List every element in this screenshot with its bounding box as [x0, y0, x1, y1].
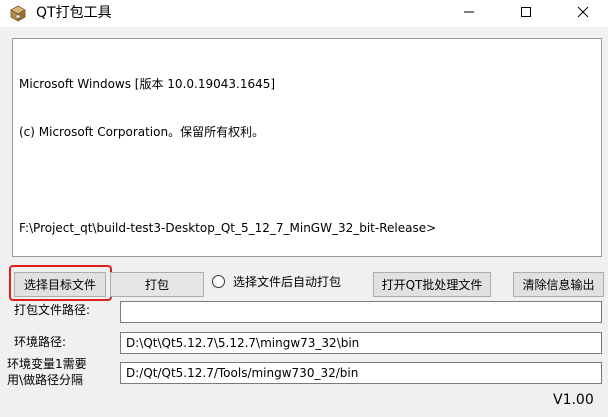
- console-line: Microsoft Windows [版本 10.0.19043.1645]: [19, 77, 276, 91]
- env-var-input[interactable]: D:/Qt/Qt5.12.7/Tools/mingw730_32/bin: [120, 362, 602, 384]
- console-line: (c) Microsoft Corporation。保留所有权利。: [19, 125, 265, 139]
- clear-output-button[interactable]: 清除信息输出: [513, 272, 604, 297]
- env-path-input[interactable]: D:\Qt\Qt5.12.7\5.12.7\mingw73_32\bin: [120, 332, 602, 354]
- window-title: QT打包工具: [36, 5, 112, 21]
- title-bar: QT打包工具: [0, 0, 608, 27]
- auto-pack-radio[interactable]: 选择文件后自动打包: [212, 273, 341, 290]
- env-var-label-line2: 用\做路径分隔: [7, 373, 84, 387]
- pack-path-input[interactable]: [120, 301, 602, 323]
- close-button[interactable]: [560, 0, 606, 27]
- auto-pack-label: 选择文件后自动打包: [233, 275, 342, 289]
- radio-circle[interactable]: [212, 275, 225, 288]
- env-var-label-line1: 环境变量1需要: [7, 357, 87, 371]
- box-icon: [9, 5, 27, 22]
- maximize-button[interactable]: [503, 0, 549, 27]
- close-icon: [577, 6, 589, 21]
- minimize-button[interactable]: [446, 0, 492, 27]
- console-line: F:\Project_qt\build-test3-Desktop_Qt_5_1…: [19, 221, 437, 235]
- minimize-icon: [463, 6, 475, 21]
- maximize-icon: [520, 6, 532, 21]
- version-label: V1.00: [553, 392, 594, 408]
- open-batch-file-button[interactable]: 打开QT批处理文件: [373, 272, 491, 297]
- env-path-label: 环境路径:: [14, 335, 67, 349]
- output-console[interactable]: Microsoft Windows [版本 10.0.19043.1645] (…: [12, 38, 602, 257]
- highlight-box: [9, 265, 112, 301]
- pack-path-label: 打包文件路径:: [14, 303, 91, 317]
- pack-button[interactable]: 打包: [110, 272, 204, 297]
